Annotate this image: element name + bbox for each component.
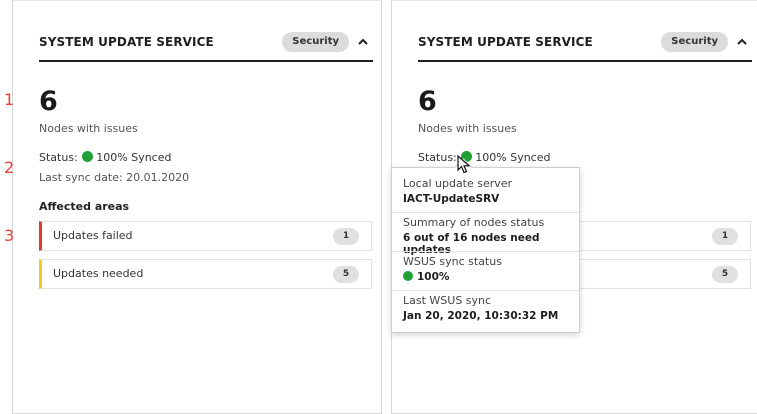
area-count-badge: 5 xyxy=(333,266,359,283)
tooltip-local-server-label: Local update server xyxy=(403,177,513,190)
tooltip-wsus-status-value: 100% xyxy=(403,271,449,283)
tooltip-divider xyxy=(392,251,579,252)
area-label: Updates failed xyxy=(53,229,133,242)
area-label: Updates needed xyxy=(53,267,144,280)
status-label: Status: xyxy=(39,151,78,164)
tooltip-divider xyxy=(392,212,579,213)
card-header: SYSTEM UPDATE SERVICE Security xyxy=(39,30,373,62)
status-value: 100% Synced xyxy=(96,151,172,164)
sync-status-tooltip: Local update server IACT-UpdateSRV Summa… xyxy=(391,158,580,333)
chevron-up-icon[interactable] xyxy=(355,34,371,50)
security-tag: Security xyxy=(282,32,349,52)
wsus-status-percent: 100% xyxy=(417,271,450,283)
card-header: SYSTEM UPDATE SERVICE Security xyxy=(418,30,752,62)
sync-status: Status: 100% Synced xyxy=(418,151,550,164)
update-service-card-left: SYSTEM UPDATE SERVICE Security 6 Nodes w… xyxy=(12,0,382,414)
status-label: Status: xyxy=(418,151,457,164)
issues-label: Nodes with issues xyxy=(418,122,517,135)
area-count-badge: 1 xyxy=(712,228,738,245)
chevron-up-icon[interactable] xyxy=(734,34,750,50)
tooltip-divider xyxy=(392,290,579,291)
issues-count: 6 xyxy=(418,86,437,117)
issues-count: 6 xyxy=(39,86,58,117)
sync-status: Status: 100% Synced xyxy=(39,151,171,164)
area-row-updates-failed[interactable]: Updates failed 1 xyxy=(39,221,372,251)
card-title: SYSTEM UPDATE SERVICE xyxy=(39,35,214,49)
tooltip-last-wsus-label: Last WSUS sync xyxy=(403,294,492,307)
affected-areas-title: Affected areas xyxy=(39,200,130,213)
status-ok-icon xyxy=(82,151,94,162)
tooltip-summary-label: Summary of nodes status xyxy=(403,216,545,229)
tooltip-wsus-status-label: WSUS sync status xyxy=(403,255,502,268)
status-ok-icon xyxy=(403,271,413,281)
tooltip-last-wsus-value: Jan 20, 2020, 10:30:32 PM xyxy=(403,310,559,322)
annotation-marker-2: 2 xyxy=(4,158,15,177)
security-tag: Security xyxy=(661,32,728,52)
card-title: SYSTEM UPDATE SERVICE xyxy=(418,35,593,49)
issues-label: Nodes with issues xyxy=(39,122,138,135)
status-value: 100% Synced xyxy=(475,151,551,164)
tooltip-summary-value: 6 out of 16 nodes need updates xyxy=(403,232,540,256)
annotation-marker-1: 1 xyxy=(4,90,15,109)
area-row-updates-needed[interactable]: Updates needed 5 xyxy=(39,259,372,289)
annotation-marker-3: 3 xyxy=(4,226,15,245)
mouse-pointer-icon xyxy=(457,155,471,174)
area-count-badge: 5 xyxy=(712,266,738,283)
area-count-badge: 1 xyxy=(333,228,359,245)
last-sync-date: Last sync date: 20.01.2020 xyxy=(39,171,190,184)
tooltip-local-server-value: IACT-UpdateSRV xyxy=(403,193,500,205)
